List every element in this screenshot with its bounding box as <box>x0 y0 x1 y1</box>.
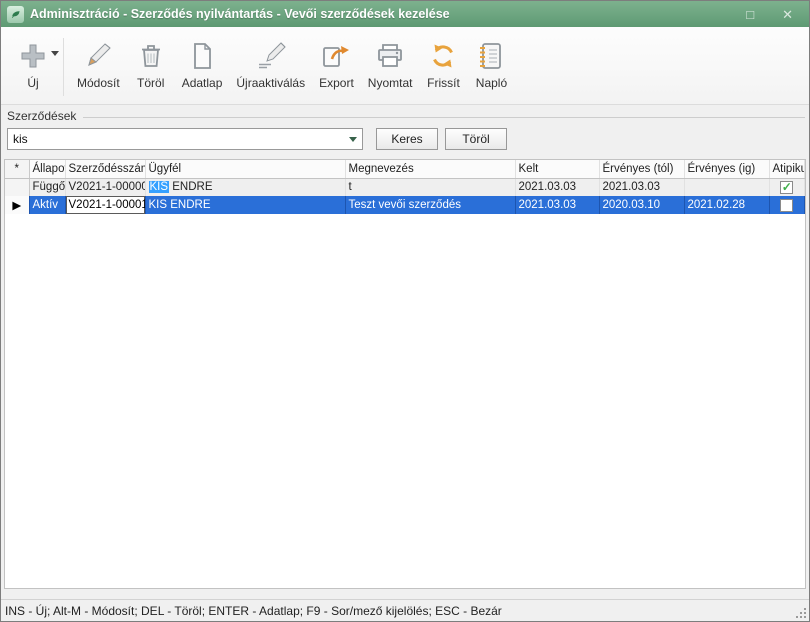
cell-megnevezes[interactable]: Teszt vevői szerződés <box>345 196 515 214</box>
close-button[interactable]: ✕ <box>782 8 793 21</box>
contracts-table: * Állapot Szerződésszám Ügyfél Megnevezé… <box>5 160 805 214</box>
cell-megnevezes[interactable]: t <box>345 178 515 196</box>
combo-dropdown-button[interactable] <box>345 131 360 147</box>
row-indicator <box>5 178 29 196</box>
contracts-group: Szerződések <box>1 105 809 123</box>
refresh-button[interactable]: Frissít <box>419 35 467 92</box>
datasheet-document-icon <box>185 37 219 75</box>
log-button[interactable]: Napló <box>467 35 515 92</box>
app-icon <box>7 6 24 23</box>
toolbar-label: Frissít <box>427 76 460 90</box>
clear-button[interactable]: Töröl <box>445 128 507 150</box>
cell-szerzodesszam-focused[interactable]: V2021-1-000010 <box>65 196 145 214</box>
search-match-highlight: KIS <box>149 181 170 193</box>
toolbar: Új Módosít Töröl Adatlap Újraaktiv <box>1 27 809 105</box>
group-divider <box>83 117 805 118</box>
toolbar-label: Export <box>319 76 354 90</box>
new-plus-icon <box>16 37 50 75</box>
atipikus-checkbox[interactable]: ✓ <box>780 181 793 194</box>
status-text: INS - Új; Alt-M - Módosít; DEL - Töröl; … <box>5 604 502 618</box>
current-row-indicator: ▶ <box>5 196 29 214</box>
contracts-group-label: Szerződések <box>7 109 83 123</box>
cell-ugyfel[interactable]: KIS ENDRE <box>145 196 345 214</box>
export-button[interactable]: Export <box>312 35 361 92</box>
cell-allapot[interactable]: Függő <box>29 178 65 196</box>
app-window: Adminisztráció - Szerződés nyilvántartás… <box>0 0 810 622</box>
resize-grip-icon[interactable] <box>795 607 807 619</box>
new-button[interactable]: Új <box>9 35 57 92</box>
modify-button[interactable]: Módosít <box>70 35 127 92</box>
table-row-selected[interactable]: ▶ Aktív V2021-1-000010 KIS ENDRE Teszt v… <box>5 196 805 214</box>
cell-ervenyes-ig[interactable]: 2021.02.28 <box>684 196 769 214</box>
table-row[interactable]: Függő V2021-1-000009 KIS ENDRE t 2021.03… <box>5 178 805 196</box>
status-bar: INS - Új; Alt-M - Módosít; DEL - Töröl; … <box>1 599 809 621</box>
toolbar-label: Módosít <box>77 76 120 90</box>
window-title: Adminisztráció - Szerződés nyilvántartás… <box>30 7 450 21</box>
toolbar-separator <box>63 38 64 96</box>
col-header-ervenyes-tol[interactable]: Érvényes (tól) <box>599 160 684 178</box>
col-header-ervenyes-ig[interactable]: Érvényes (ig) <box>684 160 769 178</box>
cell-atipikus[interactable]: ✓ <box>769 178 805 196</box>
refresh-arrows-icon <box>426 37 460 75</box>
search-button[interactable]: Keres <box>376 128 438 150</box>
col-header-atipikus[interactable]: Atipiku <box>769 160 805 178</box>
contracts-grid[interactable]: * Állapot Szerződésszám Ügyfél Megnevezé… <box>4 159 806 589</box>
toolbar-label: Töröl <box>137 76 164 90</box>
col-header-allapot[interactable]: Állapot <box>29 160 65 178</box>
cell-ervenyes-ig[interactable] <box>684 178 769 196</box>
print-printer-icon <box>373 37 407 75</box>
reactivate-pencil-icon <box>254 37 288 75</box>
row-indicator-header[interactable]: * <box>5 160 29 178</box>
datasheet-button[interactable]: Adatlap <box>175 35 230 92</box>
new-dropdown-arrow-icon[interactable] <box>51 51 59 56</box>
titlebar: Adminisztráció - Szerződés nyilvántartás… <box>1 1 809 27</box>
col-header-ugyfel[interactable]: Ügyfél <box>145 160 345 178</box>
reactivate-button[interactable]: Újraaktiválás <box>229 35 312 92</box>
log-notebook-icon <box>474 37 508 75</box>
cell-ugyfel[interactable]: KIS ENDRE <box>145 178 345 196</box>
toolbar-label: Újraaktiválás <box>236 76 305 90</box>
atipikus-checkbox[interactable] <box>780 199 793 212</box>
cell-atipikus[interactable] <box>769 196 805 214</box>
col-header-szerzodesszam[interactable]: Szerződésszám <box>65 160 145 178</box>
cell-ervenyes-tol[interactable]: 2020.03.10 <box>599 196 684 214</box>
cell-kelt[interactable]: 2021.03.03 <box>515 178 599 196</box>
print-button[interactable]: Nyomtat <box>361 35 420 92</box>
export-arrow-icon <box>319 37 353 75</box>
search-input-value: kis <box>8 132 28 146</box>
toolbar-label: Adatlap <box>182 76 223 90</box>
search-input[interactable]: kis <box>7 128 363 150</box>
delete-trash-icon <box>134 37 168 75</box>
maximize-button[interactable]: □ <box>746 8 754 21</box>
titlebar-buttons: □ ✕ <box>746 8 803 21</box>
toolbar-label: Nyomtat <box>368 76 413 90</box>
delete-button[interactable]: Töröl <box>127 35 175 92</box>
cell-szerzodesszam[interactable]: V2021-1-000009 <box>65 178 145 196</box>
cell-kelt[interactable]: 2021.03.03 <box>515 196 599 214</box>
cell-allapot[interactable]: Aktív <box>29 196 65 214</box>
ugyfel-rest: ENDRE <box>169 181 212 193</box>
edit-pencil-icon <box>81 37 115 75</box>
toolbar-label: Napló <box>476 76 507 90</box>
header-row: * Állapot Szerződésszám Ügyfél Megnevezé… <box>5 160 805 178</box>
col-header-megnevezes[interactable]: Megnevezés <box>345 160 515 178</box>
col-header-kelt[interactable]: Kelt <box>515 160 599 178</box>
toolbar-label: Új <box>27 76 38 90</box>
search-row: kis Keres Töröl <box>1 123 809 155</box>
chevron-down-icon <box>349 137 357 142</box>
cell-ervenyes-tol[interactable]: 2021.03.03 <box>599 178 684 196</box>
